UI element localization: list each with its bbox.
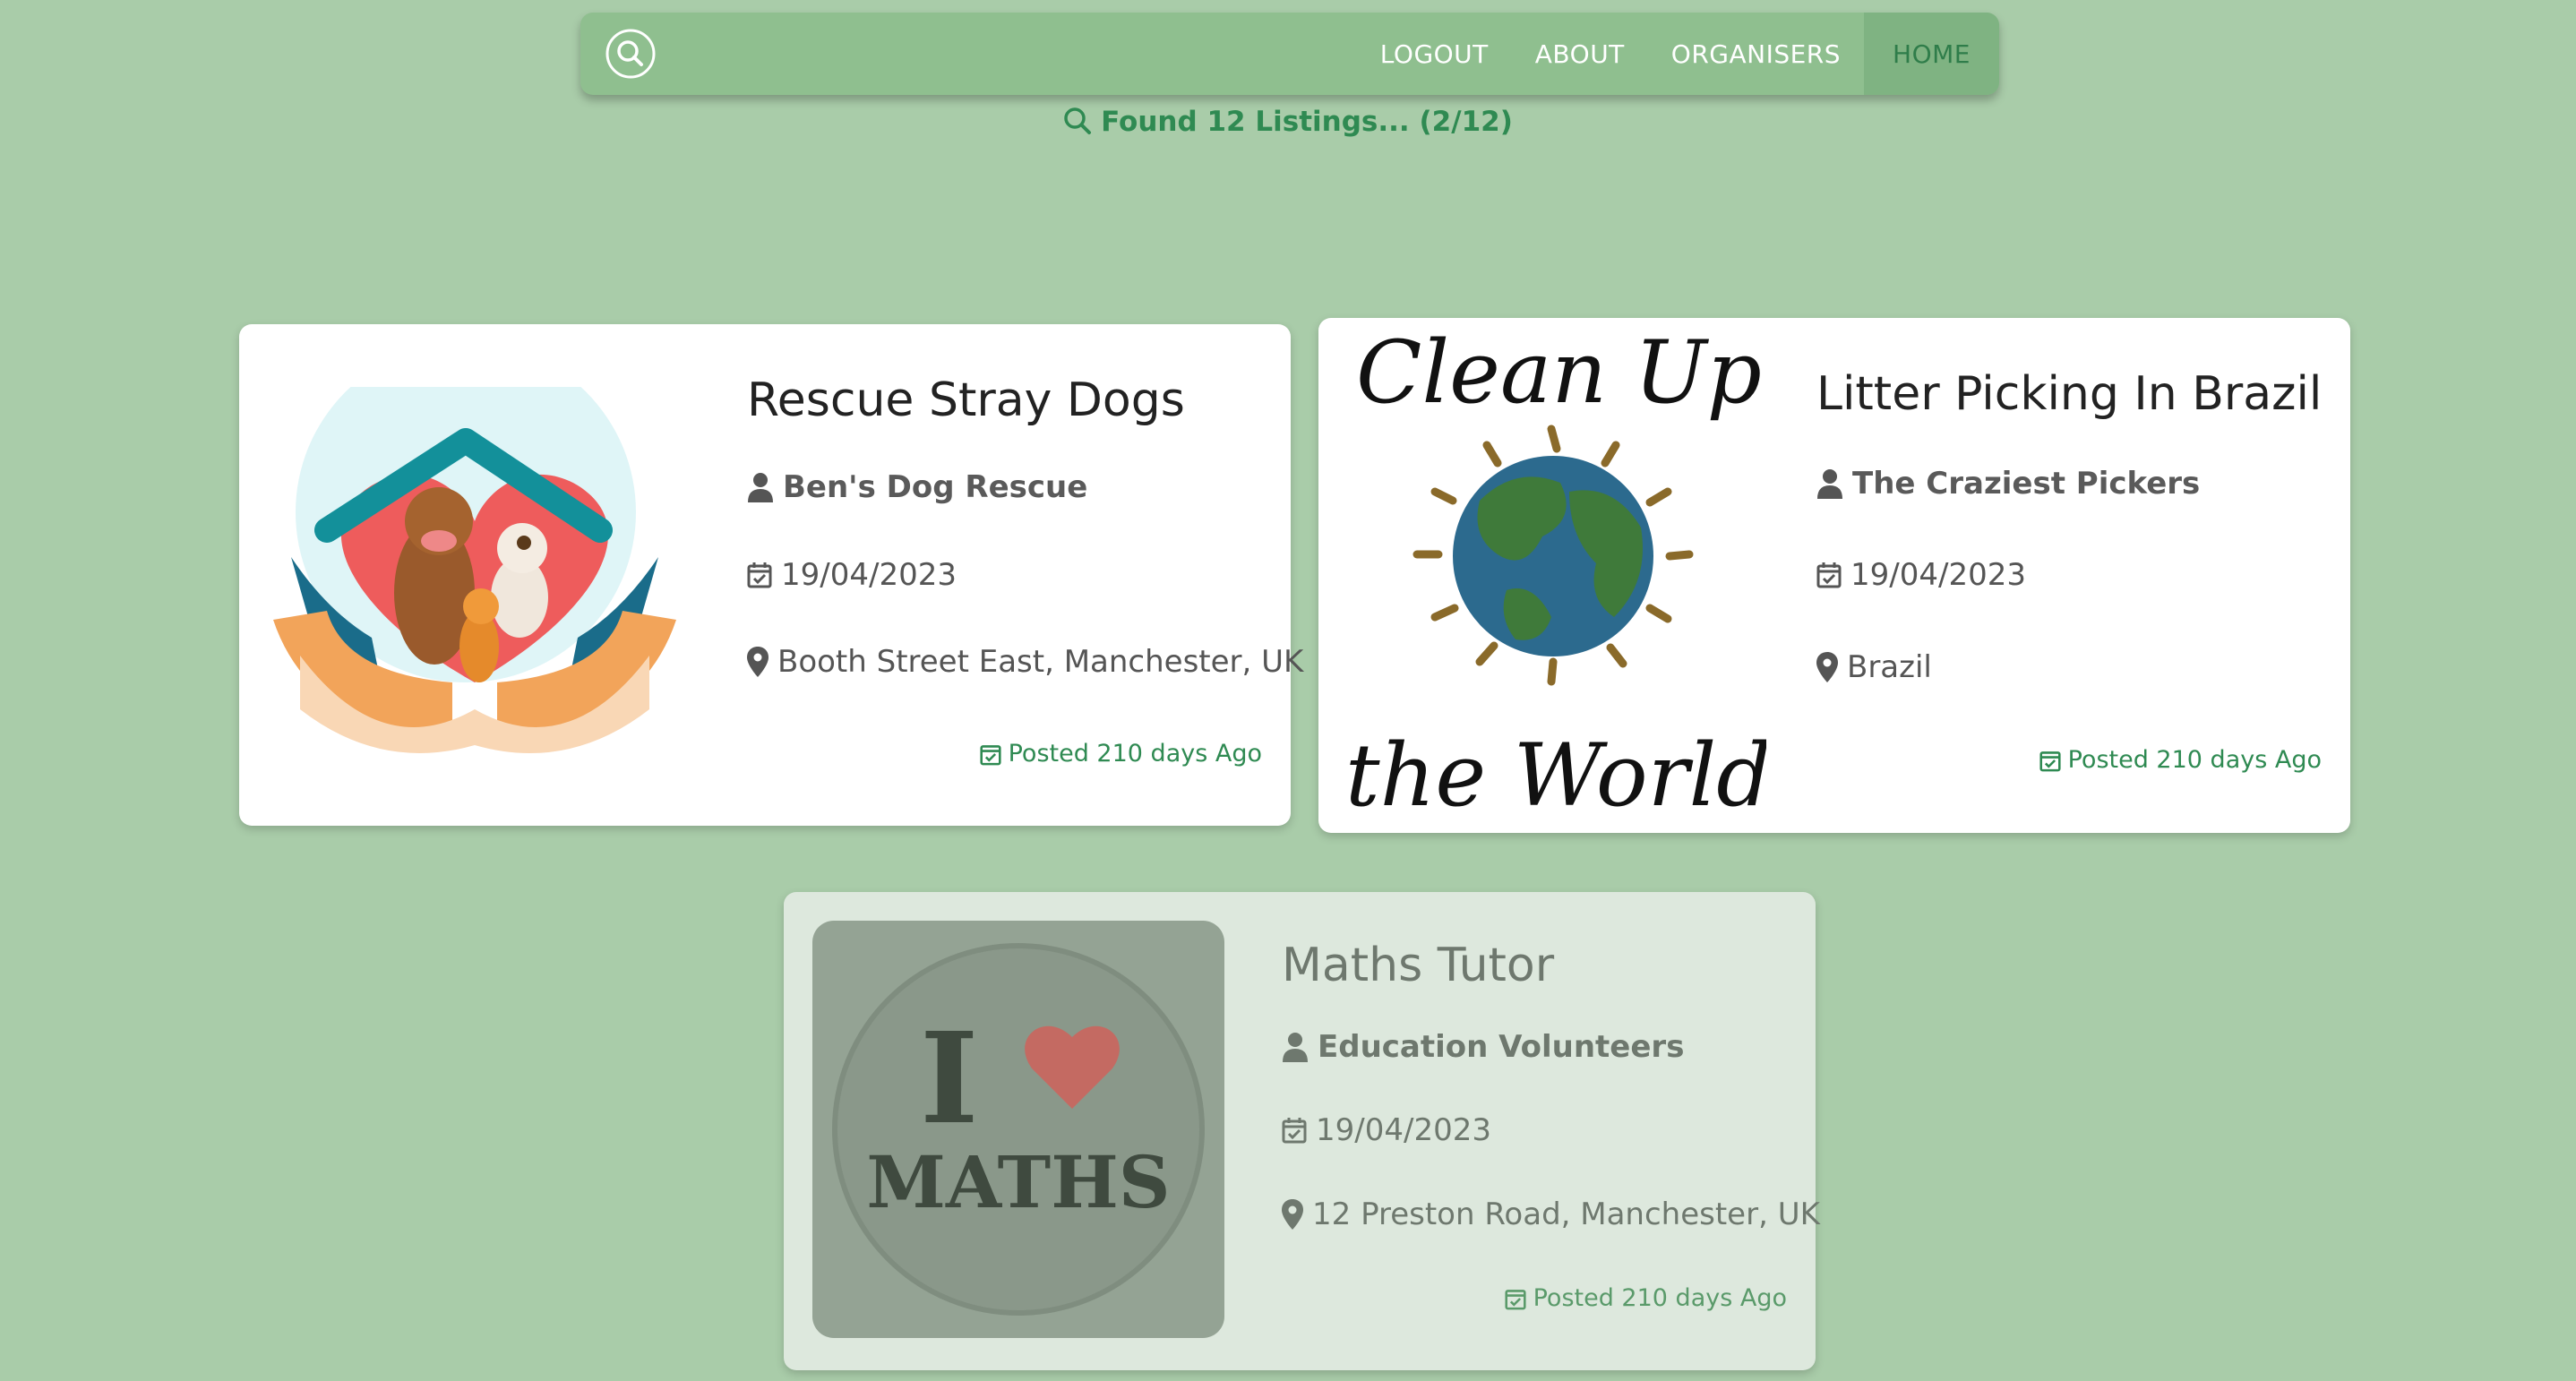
listing-image <box>273 342 676 754</box>
listing-posted: Posted 210 days Ago <box>980 740 1262 768</box>
listing-date-text: 19/04/2023 <box>1850 557 2026 593</box>
listing-organiser: Education Volunteers <box>1282 1029 1684 1065</box>
nav-organisers-link[interactable]: ORGANISERS <box>1648 13 1864 95</box>
listing-posted: Posted 210 days Ago <box>1505 1284 1787 1312</box>
calendar-check-icon <box>747 562 772 588</box>
badge-text-bottom: MATHS <box>866 1140 1170 1224</box>
map-pin-icon <box>747 647 769 677</box>
calendar-check-icon <box>1282 1118 1307 1144</box>
listing-date: 19/04/2023 <box>1282 1112 1491 1148</box>
listing-location-text: Booth Street East, Manchester, UK <box>777 644 1304 680</box>
listing-card[interactable]: I MATHS Maths Tutor Education Volunteers… <box>784 892 1820 1370</box>
top-navbar: LOGOUT ABOUT ORGANISERS HOME <box>580 13 1999 95</box>
listing-title: Litter Picking In Brazil <box>1816 367 2323 421</box>
listing-posted: Posted 210 days Ago <box>2039 746 2322 774</box>
listing-card[interactable]: Rescue Stray Dogs Ben's Dog Rescue 19/04… <box>239 324 1303 826</box>
search-icon[interactable] <box>605 29 656 79</box>
nav-links: LOGOUT ABOUT ORGANISERS HOME <box>1357 13 1999 95</box>
image-caption-bottom: the World <box>1345 725 1766 814</box>
calendar-check-icon <box>1816 562 1842 588</box>
listing-image: Clean Up the World <box>1345 322 1772 826</box>
calendar-check-icon <box>1505 1289 1526 1309</box>
listing-card[interactable]: Clean Up the World Litter Picking In Bra… <box>1318 318 2350 833</box>
nav-home-link[interactable]: HOME <box>1864 13 1999 95</box>
listing-date: 19/04/2023 <box>747 557 957 593</box>
listing-location: 12 Preston Road, Manchester, UK <box>1282 1197 1820 1232</box>
listing-location-text: Brazil <box>1847 649 1932 685</box>
listing-location-text: 12 Preston Road, Manchester, UK <box>1312 1197 1820 1232</box>
results-count: Found 12 Listings... (2/12) <box>0 106 2576 138</box>
listing-organiser: Ben's Dog Rescue <box>747 469 1087 505</box>
listing-location: Brazil <box>1816 649 1932 685</box>
map-pin-icon <box>1282 1199 1303 1230</box>
listing-title: Rescue Stray Dogs <box>747 373 1185 427</box>
search-icon <box>1064 107 1092 134</box>
results-count-text: Found 12 Listings... (2/12) <box>1101 106 1513 138</box>
nav-about-link[interactable]: ABOUT <box>1512 13 1648 95</box>
user-icon <box>1817 469 1842 499</box>
calendar-check-icon <box>2039 751 2061 771</box>
nav-logout-link[interactable]: LOGOUT <box>1357 13 1512 95</box>
image-caption-top: Clean Up <box>1356 330 1762 423</box>
map-pin-icon <box>1816 652 1838 682</box>
listing-organiser: The Craziest Pickers <box>1816 466 2200 502</box>
listing-location: Booth Street East, Manchester, UK <box>747 644 1303 680</box>
listing-organiser-text: The Craziest Pickers <box>1852 466 2201 502</box>
listing-date-text: 19/04/2023 <box>781 557 957 593</box>
listing-posted-text: Posted 210 days Ago <box>1008 740 1262 768</box>
listing-image: I MATHS <box>812 921 1224 1338</box>
user-icon <box>1283 1033 1308 1062</box>
listing-date-text: 19/04/2023 <box>1316 1112 1491 1148</box>
listing-date: 19/04/2023 <box>1816 557 2026 593</box>
calendar-check-icon <box>980 744 1001 765</box>
listing-title: Maths Tutor <box>1282 939 1555 992</box>
user-icon <box>748 473 773 502</box>
listing-organiser-text: Ben's Dog Rescue <box>783 469 1088 505</box>
badge-text-top: I <box>920 1006 979 1153</box>
listing-posted-text: Posted 210 days Ago <box>2067 746 2322 774</box>
listing-posted-text: Posted 210 days Ago <box>1533 1284 1787 1312</box>
listing-organiser-text: Education Volunteers <box>1318 1029 1685 1065</box>
